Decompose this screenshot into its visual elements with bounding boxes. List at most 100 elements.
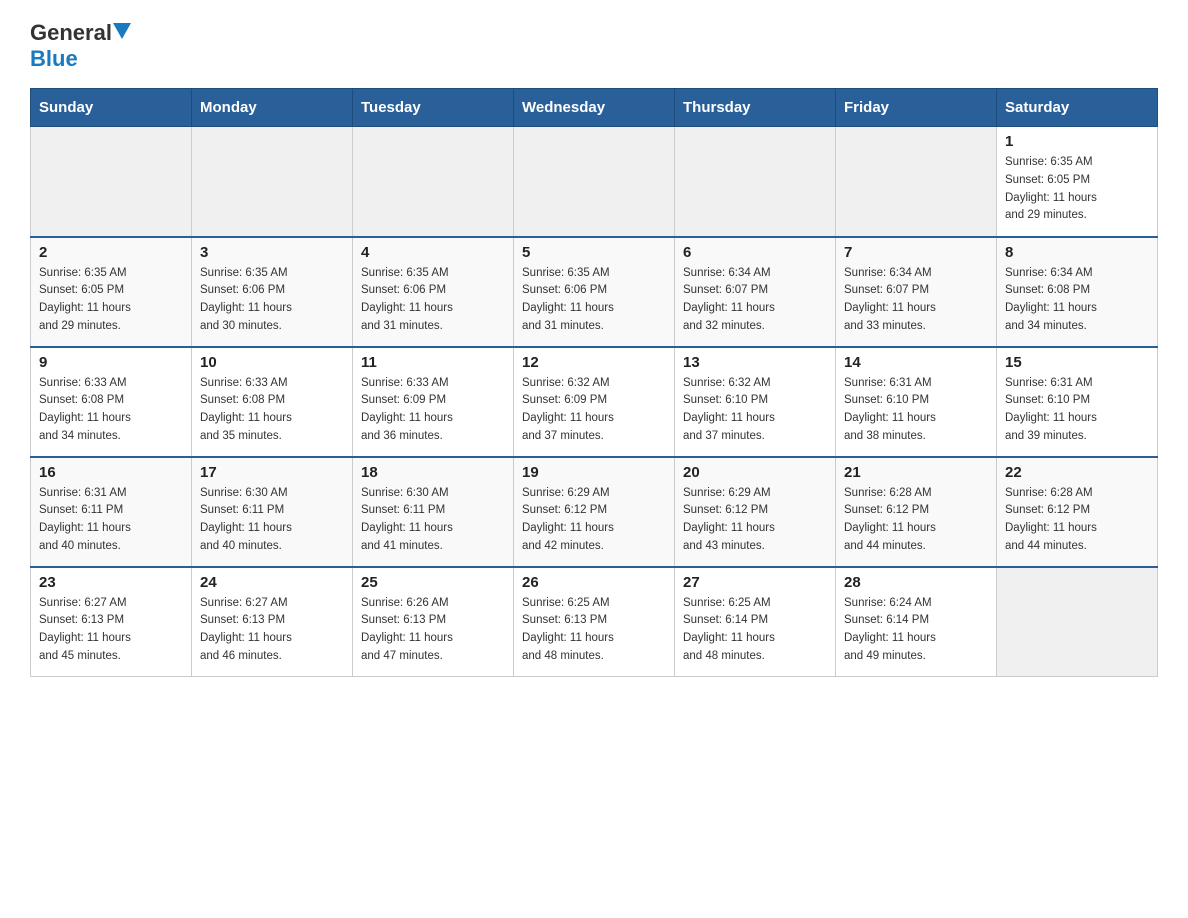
day-info: Sunrise: 6:35 AMSunset: 6:05 PMDaylight:…	[39, 265, 183, 336]
calendar-cell: 19 Sunrise: 6:29 AMSunset: 6:12 PMDayligh…	[514, 457, 675, 567]
day-info: Sunrise: 6:28 AMSunset: 6:12 PMDaylight:…	[1005, 485, 1149, 556]
weekday-header-row: SundayMondayTuesdayWednesdayThursdayFrid…	[31, 89, 1158, 127]
day-info: Sunrise: 6:35 AMSunset: 6:06 PMDaylight:…	[200, 265, 344, 336]
day-info: Sunrise: 6:31 AMSunset: 6:10 PMDaylight:…	[844, 375, 988, 446]
calendar-cell	[836, 127, 997, 237]
calendar-cell	[514, 127, 675, 237]
day-info: Sunrise: 6:33 AMSunset: 6:08 PMDaylight:…	[200, 375, 344, 446]
calendar-table: SundayMondayTuesdayWednesdayThursdayFrid…	[30, 88, 1158, 677]
calendar-cell: 24 Sunrise: 6:27 AMSunset: 6:13 PMDayligh…	[192, 567, 353, 677]
calendar-cell: 16 Sunrise: 6:31 AMSunset: 6:11 PMDayligh…	[31, 457, 192, 567]
calendar-cell: 4 Sunrise: 6:35 AMSunset: 6:06 PMDaylight…	[353, 237, 514, 347]
weekday-header-friday: Friday	[836, 89, 997, 127]
day-number: 22	[1005, 464, 1149, 481]
day-number: 9	[39, 354, 183, 371]
calendar-cell: 14 Sunrise: 6:31 AMSunset: 6:10 PMDayligh…	[836, 347, 997, 457]
day-number: 2	[39, 244, 183, 261]
day-number: 6	[683, 244, 827, 261]
day-info: Sunrise: 6:31 AMSunset: 6:11 PMDaylight:…	[39, 485, 183, 556]
day-info: Sunrise: 6:32 AMSunset: 6:09 PMDaylight:…	[522, 375, 666, 446]
day-number: 26	[522, 574, 666, 591]
weekday-header-saturday: Saturday	[997, 89, 1158, 127]
calendar-cell	[192, 127, 353, 237]
calendar-cell: 11 Sunrise: 6:33 AMSunset: 6:09 PMDayligh…	[353, 347, 514, 457]
day-number: 19	[522, 464, 666, 481]
weekday-header-tuesday: Tuesday	[353, 89, 514, 127]
day-number: 28	[844, 574, 988, 591]
calendar-cell: 27 Sunrise: 6:25 AMSunset: 6:14 PMDayligh…	[675, 567, 836, 677]
calendar-cell: 21Sunrise: 6:28 AMSunset: 6:12 PMDayligh…	[836, 457, 997, 567]
calendar-week-row: 1 Sunrise: 6:35 AMSunset: 6:05 PMDaylight…	[31, 127, 1158, 237]
day-number: 11	[361, 354, 505, 371]
logo: General Blue	[30, 20, 131, 72]
calendar-week-row: 16 Sunrise: 6:31 AMSunset: 6:11 PMDayligh…	[31, 457, 1158, 567]
calendar-cell: 1 Sunrise: 6:35 AMSunset: 6:05 PMDaylight…	[997, 127, 1158, 237]
day-number: 3	[200, 244, 344, 261]
calendar-cell: 8Sunrise: 6:34 AMSunset: 6:08 PMDaylight…	[997, 237, 1158, 347]
day-info: Sunrise: 6:30 AMSunset: 6:11 PMDaylight:…	[200, 485, 344, 556]
day-info: Sunrise: 6:35 AMSunset: 6:05 PMDaylight:…	[1005, 154, 1149, 225]
calendar-cell: 15 Sunrise: 6:31 AMSunset: 6:10 PMDayligh…	[997, 347, 1158, 457]
calendar-week-row: 23 Sunrise: 6:27 AMSunset: 6:13 PMDayligh…	[31, 567, 1158, 677]
logo-triangle-icon	[113, 23, 131, 39]
day-number: 17	[200, 464, 344, 481]
day-number: 4	[361, 244, 505, 261]
calendar-cell	[997, 567, 1158, 677]
logo-text-general: General	[30, 20, 112, 46]
calendar-cell: 12Sunrise: 6:32 AMSunset: 6:09 PMDayligh…	[514, 347, 675, 457]
day-number: 25	[361, 574, 505, 591]
calendar-cell: 18Sunrise: 6:30 AMSunset: 6:11 PMDayligh…	[353, 457, 514, 567]
day-number: 23	[39, 574, 183, 591]
calendar-week-row: 9 Sunrise: 6:33 AMSunset: 6:08 PMDaylight…	[31, 347, 1158, 457]
calendar-cell: 17 Sunrise: 6:30 AMSunset: 6:11 PMDayligh…	[192, 457, 353, 567]
day-info: Sunrise: 6:35 AMSunset: 6:06 PMDaylight:…	[522, 265, 666, 336]
calendar-cell: 3 Sunrise: 6:35 AMSunset: 6:06 PMDaylight…	[192, 237, 353, 347]
weekday-header-wednesday: Wednesday	[514, 89, 675, 127]
day-number: 24	[200, 574, 344, 591]
calendar-cell	[353, 127, 514, 237]
day-number: 1	[1005, 133, 1149, 150]
day-info: Sunrise: 6:34 AMSunset: 6:07 PMDaylight:…	[683, 265, 827, 336]
day-number: 27	[683, 574, 827, 591]
day-number: 14	[844, 354, 988, 371]
day-info: Sunrise: 6:34 AMSunset: 6:07 PMDaylight:…	[844, 265, 988, 336]
calendar-cell: 26 Sunrise: 6:25 AMSunset: 6:13 PMDayligh…	[514, 567, 675, 677]
calendar-cell: 6 Sunrise: 6:34 AMSunset: 6:07 PMDaylight…	[675, 237, 836, 347]
day-number: 16	[39, 464, 183, 481]
calendar-cell: 10 Sunrise: 6:33 AMSunset: 6:08 PMDayligh…	[192, 347, 353, 457]
day-info: Sunrise: 6:27 AMSunset: 6:13 PMDaylight:…	[200, 595, 344, 666]
day-info: Sunrise: 6:26 AMSunset: 6:13 PMDaylight:…	[361, 595, 505, 666]
day-number: 10	[200, 354, 344, 371]
calendar-cell	[675, 127, 836, 237]
day-info: Sunrise: 6:25 AMSunset: 6:13 PMDaylight:…	[522, 595, 666, 666]
day-number: 7	[844, 244, 988, 261]
day-info: Sunrise: 6:35 AMSunset: 6:06 PMDaylight:…	[361, 265, 505, 336]
calendar-cell: 5Sunrise: 6:35 AMSunset: 6:06 PMDaylight…	[514, 237, 675, 347]
day-info: Sunrise: 6:29 AMSunset: 6:12 PMDaylight:…	[522, 485, 666, 556]
day-number: 13	[683, 354, 827, 371]
day-info: Sunrise: 6:27 AMSunset: 6:13 PMDaylight:…	[39, 595, 183, 666]
day-info: Sunrise: 6:25 AMSunset: 6:14 PMDaylight:…	[683, 595, 827, 666]
day-info: Sunrise: 6:33 AMSunset: 6:08 PMDaylight:…	[39, 375, 183, 446]
calendar-cell: 13Sunrise: 6:32 AMSunset: 6:10 PMDayligh…	[675, 347, 836, 457]
day-number: 15	[1005, 354, 1149, 371]
day-info: Sunrise: 6:34 AMSunset: 6:08 PMDaylight:…	[1005, 265, 1149, 336]
calendar-cell	[31, 127, 192, 237]
calendar-cell: 9 Sunrise: 6:33 AMSunset: 6:08 PMDaylight…	[31, 347, 192, 457]
day-info: Sunrise: 6:29 AMSunset: 6:12 PMDaylight:…	[683, 485, 827, 556]
day-number: 20	[683, 464, 827, 481]
calendar-cell: 28Sunrise: 6:24 AMSunset: 6:14 PMDayligh…	[836, 567, 997, 677]
calendar-week-row: 2 Sunrise: 6:35 AMSunset: 6:05 PMDaylight…	[31, 237, 1158, 347]
weekday-header-monday: Monday	[192, 89, 353, 127]
day-info: Sunrise: 6:33 AMSunset: 6:09 PMDaylight:…	[361, 375, 505, 446]
day-info: Sunrise: 6:31 AMSunset: 6:10 PMDaylight:…	[1005, 375, 1149, 446]
logo-text-blue: Blue	[30, 46, 131, 72]
weekday-header-sunday: Sunday	[31, 89, 192, 127]
day-number: 18	[361, 464, 505, 481]
page-header: General Blue	[30, 20, 1158, 72]
calendar-cell: 2 Sunrise: 6:35 AMSunset: 6:05 PMDaylight…	[31, 237, 192, 347]
calendar-cell: 25 Sunrise: 6:26 AMSunset: 6:13 PMDayligh…	[353, 567, 514, 677]
calendar-cell: 22 Sunrise: 6:28 AMSunset: 6:12 PMDayligh…	[997, 457, 1158, 567]
day-number: 21	[844, 464, 988, 481]
weekday-header-thursday: Thursday	[675, 89, 836, 127]
